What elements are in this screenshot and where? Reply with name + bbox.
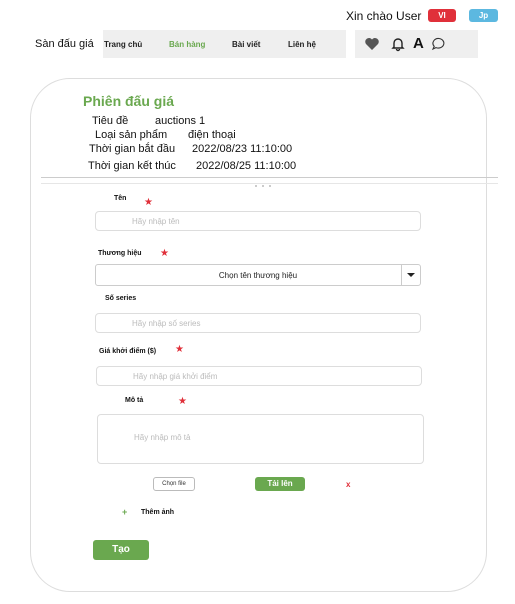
nav-link-sell[interactable]: Bán hàng — [169, 40, 205, 49]
chevron-down-icon[interactable] — [401, 265, 420, 285]
upload-button[interactable]: Tải lên — [255, 477, 305, 491]
description-textarea[interactable]: Hãy nhập mô tả — [97, 414, 424, 464]
info-label-start-time: Thời gian bắt đầu — [89, 143, 176, 155]
drag-handle-icon — [253, 175, 273, 187]
info-label-title: Tiêu đề — [92, 115, 129, 127]
language-jp-button[interactable]: Jp — [469, 9, 498, 22]
name-label: Tên — [114, 195, 127, 202]
chat-icon[interactable] — [431, 36, 447, 52]
nav-link-posts[interactable]: Bài viết — [232, 40, 260, 49]
font-icon[interactable]: A — [413, 35, 424, 52]
add-image-icon[interactable]: + — [122, 507, 127, 517]
choose-file-button[interactable]: Chọn file — [153, 477, 195, 491]
info-value-category: điện thoại — [188, 129, 236, 141]
info-label-end-time: Thời gian kết thúc — [88, 160, 176, 172]
serial-label: Số series — [105, 295, 137, 302]
description-label: Mô tả — [125, 397, 144, 404]
start-price-label: Giá khởi điểm ($) — [99, 348, 157, 355]
required-star-icon: ★ — [144, 197, 153, 208]
info-value-end-time: 2022/08/25 11:10:00 — [196, 160, 297, 172]
auction-card: Phiên đấu giá Tiêu đề auctions 1 Loại sả… — [30, 78, 498, 592]
create-button[interactable]: Tạo — [93, 540, 149, 560]
bell-icon[interactable] — [390, 36, 406, 52]
remove-file-button[interactable]: x — [346, 480, 350, 489]
start-price-input[interactable]: Hãy nhập giá khởi điểm — [96, 366, 422, 386]
page-title: Phiên đấu giá — [83, 93, 175, 109]
heart-icon[interactable] — [364, 36, 380, 52]
info-value-title: auctions 1 — [155, 115, 206, 127]
info-label-category: Loại sản phẩm — [95, 129, 168, 141]
nav-links: Trang chủ Bán hàng Bài viết Liên hệ — [103, 30, 346, 58]
brand-select-value: Chọn tên thương hiệu — [218, 271, 298, 280]
greeting-text: Xin chào User — [346, 9, 422, 23]
brand-select[interactable]: Chọn tên thương hiệu — [95, 264, 421, 286]
divider — [41, 183, 498, 184]
navbar: Sàn đấu giá Trang chủ Bán hàng Bài viết … — [30, 30, 478, 58]
info-value-start-time: 2022/08/23 11:10:00 — [192, 143, 293, 155]
name-input[interactable]: Hãy nhập tên — [95, 211, 421, 231]
add-image-link[interactable]: Thêm ảnh — [141, 509, 174, 516]
required-star-icon: ★ — [175, 344, 184, 355]
nav-link-home[interactable]: Trang chủ — [104, 40, 142, 49]
nav-link-contact[interactable]: Liên hệ — [288, 40, 316, 49]
nav-icons: A — [355, 30, 478, 58]
required-star-icon: ★ — [178, 396, 187, 407]
required-star-icon: ★ — [160, 248, 169, 259]
language-vi-button[interactable]: VI — [428, 9, 456, 22]
serial-input[interactable]: Hãy nhập số series — [95, 313, 421, 333]
brand-logo-text[interactable]: Sàn đấu giá — [35, 38, 94, 50]
brand-label: Thương hiệu — [98, 250, 142, 257]
